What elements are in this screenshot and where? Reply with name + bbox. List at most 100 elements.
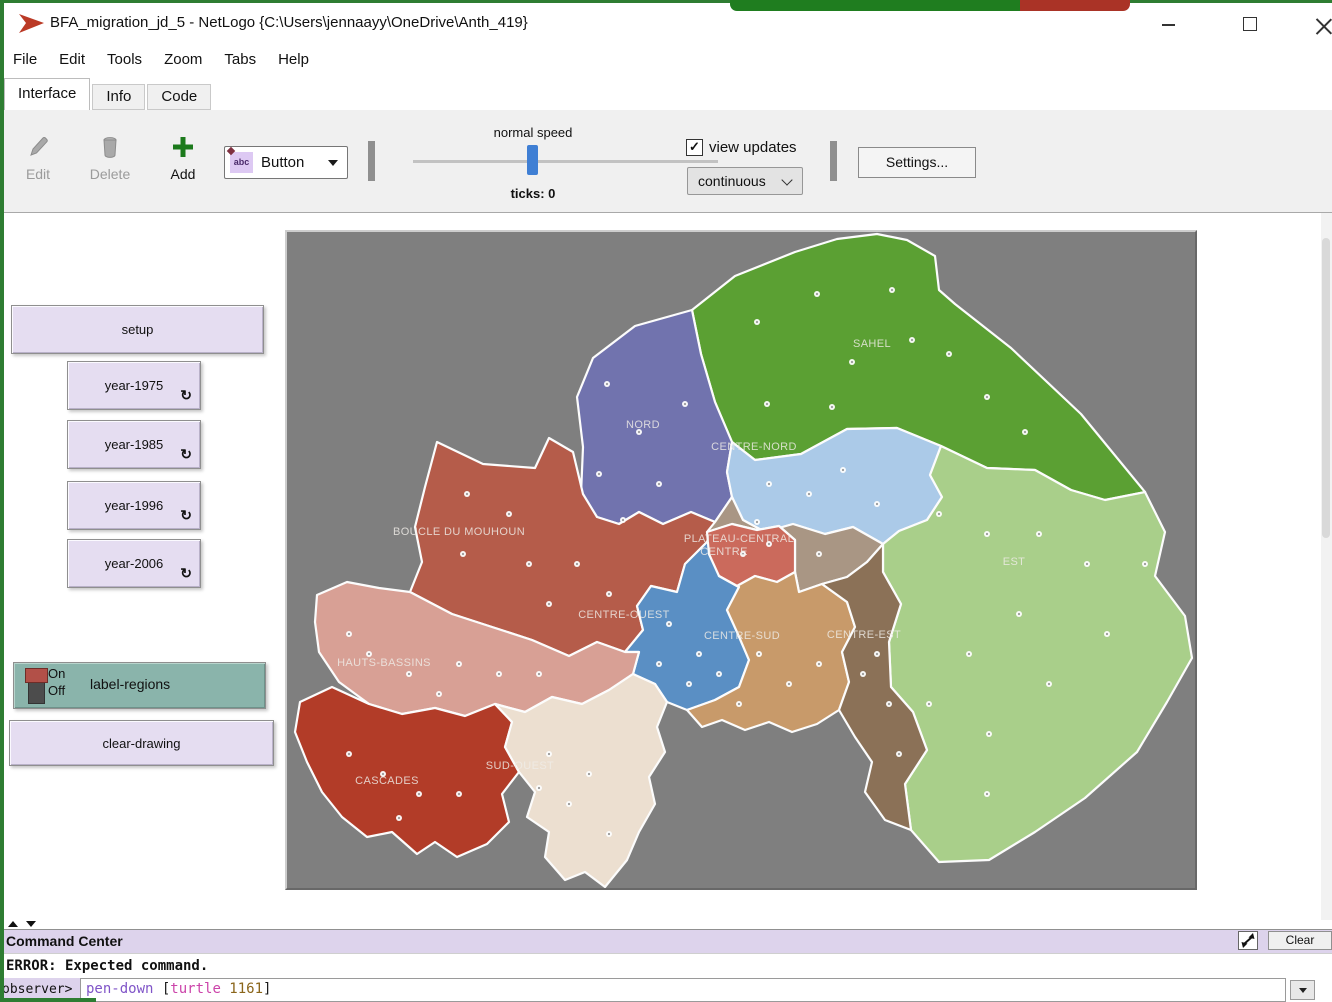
menu-bar: FileEditToolsZoomTabsHelp xyxy=(2,45,320,76)
town-dot-center xyxy=(658,663,660,665)
tab-interface[interactable]: Interface xyxy=(4,78,90,110)
detach-command-center-button[interactable] xyxy=(1238,931,1258,950)
town-dot-center xyxy=(988,733,990,735)
year-1996-button[interactable]: year-1996 ↻ xyxy=(67,481,201,530)
town-dot-center xyxy=(684,403,686,405)
tab-info[interactable]: Info xyxy=(92,84,145,110)
menu-help[interactable]: Help xyxy=(267,45,320,68)
clear-command-center-button[interactable]: Clear xyxy=(1268,931,1332,950)
region-label-sahel: SAHEL xyxy=(853,338,891,350)
year-1975-button[interactable]: year-1975↻ xyxy=(67,361,201,410)
close-button[interactable] xyxy=(1316,16,1332,32)
menu-edit[interactable]: Edit xyxy=(48,45,96,68)
scrollbar-thumb[interactable] xyxy=(1322,238,1330,538)
town-dot-center xyxy=(548,603,550,605)
update-mode-dropdown[interactable]: continuous xyxy=(687,167,803,195)
view-updates-checkbox[interactable]: ✓ xyxy=(686,139,703,156)
command-center-title: Command Center xyxy=(0,930,1332,952)
switch-on-label: On xyxy=(48,666,65,681)
town-dot-center xyxy=(548,753,550,755)
town-dot-center xyxy=(1024,431,1026,433)
capture-border-top xyxy=(0,0,1332,3)
year-1985-button[interactable]: year-1985↻ xyxy=(67,420,201,469)
setup-button[interactable]: setup xyxy=(11,305,264,354)
command-token: turtle xyxy=(170,981,221,997)
command-token: pen-down xyxy=(86,981,153,997)
switch-knob[interactable] xyxy=(25,668,48,683)
maximize-button[interactable] xyxy=(1243,17,1257,31)
town-dot-center xyxy=(466,493,468,495)
region-cascades xyxy=(295,687,519,857)
speed-slider-track[interactable] xyxy=(413,160,718,163)
town-dot-center xyxy=(808,493,810,495)
toolbar: Edit Delete Add abc Button normal speed … xyxy=(0,110,1332,213)
town-dot-center xyxy=(738,703,740,705)
town-dot-center xyxy=(576,563,578,565)
region-label-centre-nord: CENTRE-NORD xyxy=(711,441,797,453)
command-token: [ xyxy=(153,981,170,997)
region-label-cascades: CASCADES xyxy=(355,775,419,787)
ticks-counter: ticks: 0 xyxy=(433,186,633,201)
tab-code[interactable]: Code xyxy=(147,84,211,110)
command-history-button[interactable] xyxy=(1290,980,1315,1000)
delete-widget-button[interactable]: Delete xyxy=(84,134,136,182)
button-label: year-1996 xyxy=(105,498,164,513)
chevron-down-icon xyxy=(781,174,792,185)
settings-button[interactable]: Settings... xyxy=(858,147,976,178)
region-label-est: EST xyxy=(1003,556,1026,568)
capture-border-left xyxy=(0,0,4,1002)
status-pill-red xyxy=(1020,0,1130,11)
plus-icon xyxy=(157,134,209,162)
town-dot-center xyxy=(898,753,900,755)
menu-file[interactable]: File xyxy=(2,45,48,68)
town-dot-center xyxy=(756,321,758,323)
widget-type-value: Button xyxy=(261,154,304,171)
town-dot-center xyxy=(458,793,460,795)
region-label-centre-sud: CENTRE-SUD xyxy=(704,630,780,642)
town-dot-center xyxy=(1086,563,1088,565)
add-widget-button[interactable]: Add xyxy=(157,134,209,182)
capture-border-bottom xyxy=(0,998,96,1002)
town-dot-center xyxy=(816,293,818,295)
minimize-button[interactable] xyxy=(1162,24,1175,26)
town-dot-center xyxy=(658,483,660,485)
speed-slider-thumb[interactable] xyxy=(527,145,538,175)
forever-icon: ↻ xyxy=(180,446,192,463)
splitter-down-arrow-icon[interactable] xyxy=(26,921,36,927)
menu-tools[interactable]: Tools xyxy=(96,45,153,68)
year-2006-button[interactable]: year-2006↻ xyxy=(67,539,201,588)
burkina-faso-map: SAHELNORDCENTRE-NORDESTBOUCLE DU MOUHOUN… xyxy=(287,232,1195,888)
region-label-centre-est: CENTRE-EST xyxy=(827,629,901,641)
town-dot-center xyxy=(638,431,640,433)
town-dot-center xyxy=(458,663,460,665)
town-dot-center xyxy=(608,833,610,835)
town-dot-center xyxy=(348,753,350,755)
speed-label: normal speed xyxy=(433,125,633,140)
forever-icon: ↻ xyxy=(180,507,192,524)
town-dot-center xyxy=(862,673,864,675)
splitter-up-arrow-icon[interactable] xyxy=(8,921,18,927)
world-view[interactable]: SAHELNORDCENTRE-NORDESTBOUCLE DU MOUHOUN… xyxy=(285,230,1197,890)
trash-icon xyxy=(84,134,136,162)
edit-widget-button[interactable]: Edit xyxy=(12,134,64,182)
command-input[interactable]: pen-down [turtle 1161] xyxy=(80,978,1286,1002)
switch-name-label: label-regions xyxy=(90,676,170,692)
town-dot-center xyxy=(668,623,670,625)
town-dot-center xyxy=(986,793,988,795)
menu-zoom[interactable]: Zoom xyxy=(153,45,213,68)
menu-tabs[interactable]: Tabs xyxy=(213,45,267,68)
town-dot-center xyxy=(598,473,600,475)
label-regions-switch[interactable]: On Off label-regions xyxy=(13,662,266,709)
town-dot-center xyxy=(698,653,700,655)
vertical-scrollbar[interactable] xyxy=(1321,213,1332,920)
region-label-nord: NORD xyxy=(626,419,660,431)
town-dot-center xyxy=(462,553,464,555)
town-dot-center xyxy=(842,469,844,471)
clear-drawing-button[interactable]: clear-drawing xyxy=(9,720,274,766)
widget-type-dropdown[interactable]: abc Button xyxy=(224,146,348,179)
town-dot-center xyxy=(891,289,893,291)
region-label-sud-ouest: SUD-OUEST xyxy=(486,760,554,772)
view-updates-label: view updates xyxy=(709,139,797,156)
command-center-output: ERROR: Expected command. xyxy=(0,953,1332,978)
update-mode-value: continuous xyxy=(698,173,766,189)
